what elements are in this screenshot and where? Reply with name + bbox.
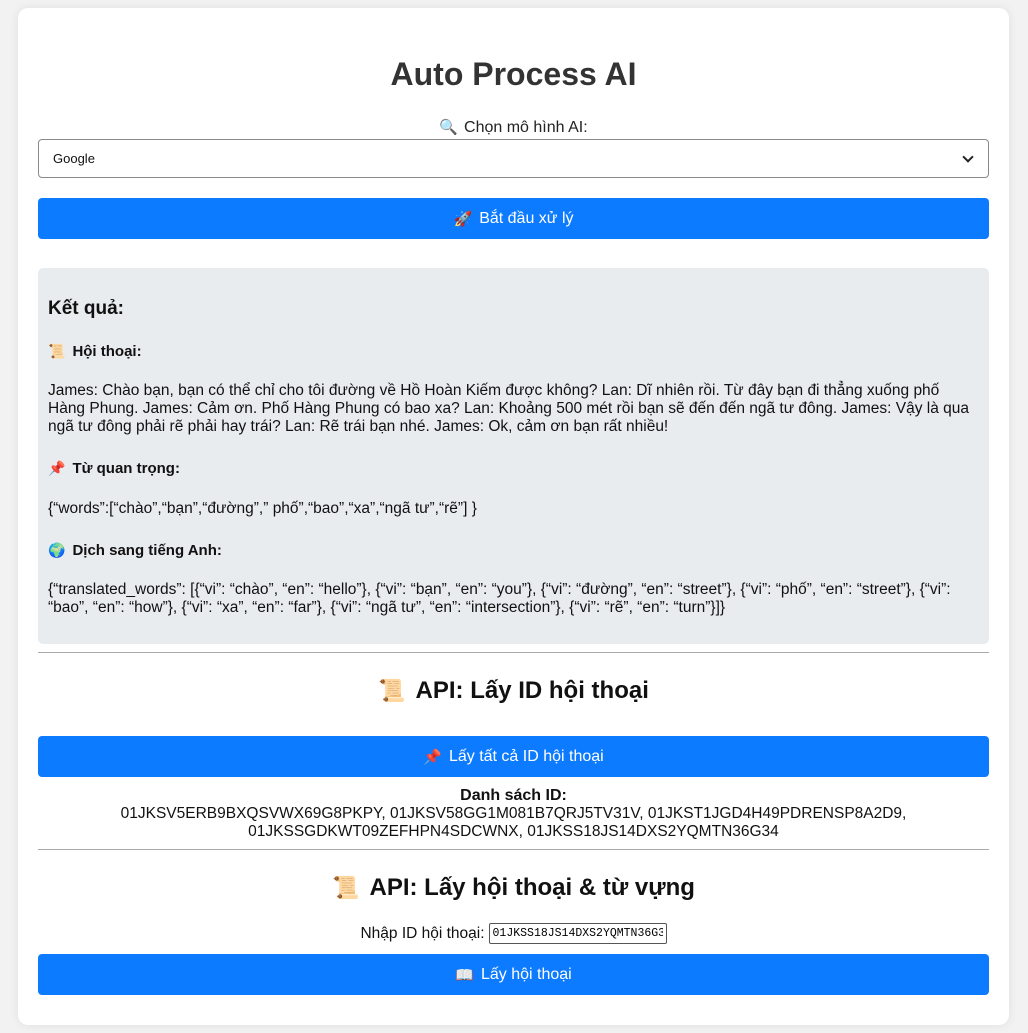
get-conversation-button[interactable]: 📖 Lấy hội thoại xyxy=(38,954,989,995)
get-all-ids-label: Lấy tất cả ID hội thoại xyxy=(448,747,604,765)
get-all-ids-button[interactable]: 📌 Lấy tất cả ID hội thoại xyxy=(38,736,989,777)
pin-icon: 📌 xyxy=(48,460,66,476)
start-process-label: Bắt đầu xử lý xyxy=(479,209,574,227)
chevron-down-icon xyxy=(962,150,974,163)
divider xyxy=(38,849,989,850)
app-title: Auto Process AI xyxy=(390,56,637,92)
pin-icon: 📌 xyxy=(423,748,442,766)
get-conversation-label: Lấy hội thoại xyxy=(480,965,572,983)
start-process-button[interactable]: 🚀 Bắt đầu xử lý xyxy=(38,198,989,239)
scroll-icon: 📜 xyxy=(48,343,66,359)
conversation-id-label: Nhập ID hội thoại: xyxy=(360,924,485,942)
rocket-icon: 🚀 xyxy=(453,210,473,228)
conversation-text: James: Chào bạn, bạn có thể chỉ cho tôi … xyxy=(48,382,970,435)
conversation-id-row: Nhập ID hội thoại: xyxy=(18,923,1009,944)
conversation-id-input[interactable] xyxy=(488,923,667,944)
model-select-value: Google xyxy=(53,151,95,166)
keywords-heading: 📌 Từ quan trọng: xyxy=(48,460,180,477)
keywords-text: {“words”:[“chào”,“bạn”,“đường”,” phố”,“b… xyxy=(48,500,477,517)
model-label-text: Chọn mô hình AI: xyxy=(464,119,588,136)
main-card: Auto Process AI 🔍 Chọn mô hình AI: Google… xyxy=(18,8,1009,1025)
id-list-label: Danh sách ID: xyxy=(460,787,567,804)
model-label: 🔍 Chọn mô hình AI: xyxy=(18,118,1009,137)
globe-icon: 🌍 xyxy=(48,542,66,558)
search-icon: 🔍 xyxy=(439,119,459,136)
result-panel: Kết quả: 📜 Hội thoại: James: Chào bạn, bạ… xyxy=(38,268,989,644)
api-ids-title: 📜 API: Lấy ID hội thoại xyxy=(378,677,649,704)
divider xyxy=(38,652,989,653)
translation-text: {“translated_words”: [{“vi”: “chào”, “en… xyxy=(48,581,951,616)
id-list: 01JKSV5ERB9BXQSVWX69G8PKPY, 01JKSV58GG1M… xyxy=(120,805,907,840)
conversation-heading: 📜 Hội thoại: xyxy=(48,343,142,360)
result-heading: Kết quả: xyxy=(48,298,124,319)
model-select[interactable]: Google xyxy=(38,139,989,178)
translation-heading: 🌍 Dịch sang tiếng Anh: xyxy=(48,542,222,559)
api-conversation-title: 📜 API: Lấy hội thoại & từ vựng xyxy=(332,874,695,901)
book-icon: 📖 xyxy=(455,966,474,984)
scroll-icon: 📜 xyxy=(378,678,406,703)
scroll-icon: 📜 xyxy=(332,875,360,900)
